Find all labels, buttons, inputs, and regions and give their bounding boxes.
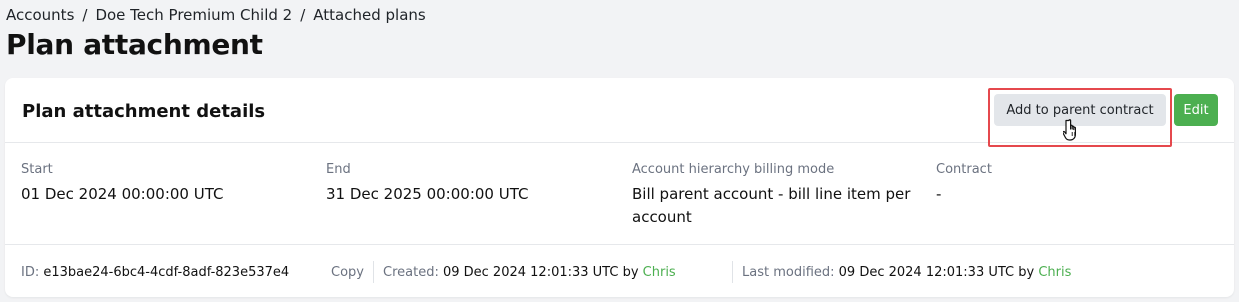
footer-divider — [373, 261, 374, 283]
start-field: Start 01 Dec 2024 00:00:00 UTC — [21, 162, 223, 206]
billing-mode-value: Bill parent account - bill line item per… — [632, 185, 911, 226]
hand-pointer-icon — [1063, 119, 1076, 141]
id-value: e13bae24-6bc4-4cdf-8adf-823e537e4 — [43, 265, 290, 280]
contract-label: Contract — [936, 162, 992, 177]
breadcrumb-separator: / — [82, 6, 88, 24]
breadcrumb-separator: / — [300, 6, 306, 24]
created-by-link[interactable]: Chris — [643, 265, 676, 280]
modified-value: 09 Dec 2024 12:01:33 UTC by — [838, 265, 1035, 280]
edit-button[interactable]: Edit — [1174, 94, 1218, 126]
id-meta: ID: e13bae24-6bc4-4cdf-8adf-823e537e4 — [21, 265, 289, 280]
billing-mode-field: Account hierarchy billing mode Bill pare… — [632, 162, 922, 229]
contract-value: - — [936, 185, 942, 203]
modified-by-link[interactable]: Chris — [1038, 265, 1071, 280]
plan-attachment-card: Plan attachment details Add to parent co… — [5, 78, 1234, 297]
start-value: 01 Dec 2024 00:00:00 UTC — [21, 185, 224, 203]
breadcrumb-item-accounts[interactable]: Accounts — [6, 6, 74, 24]
modified-meta: Last modified: 09 Dec 2024 12:01:33 UTC … — [742, 265, 1071, 280]
breadcrumb-item-attached-plans[interactable]: Attached plans — [313, 6, 425, 24]
created-label: Created: — [383, 265, 439, 280]
contract-field: Contract - — [936, 162, 992, 206]
id-label: ID: — [21, 265, 40, 280]
start-label: Start — [21, 162, 53, 177]
page-title: Plan attachment — [6, 28, 263, 61]
modified-label: Last modified: — [742, 265, 835, 280]
breadcrumb: Accounts / Doe Tech Premium Child 2 / Attach… — [6, 6, 426, 24]
card-footer: ID: e13bae24-6bc4-4cdf-8adf-823e537e4 Co… — [5, 244, 1234, 297]
breadcrumb-item-account[interactable]: Doe Tech Premium Child 2 — [95, 6, 292, 24]
billing-mode-label: Account hierarchy billing mode — [632, 162, 835, 177]
card-title: Plan attachment details — [22, 101, 266, 122]
created-meta: Created: 09 Dec 2024 12:01:33 UTC by Chr… — [383, 265, 676, 280]
end-value: 31 Dec 2025 00:00:00 UTC — [326, 185, 529, 203]
end-label: End — [326, 162, 351, 177]
copy-id-button[interactable]: Copy — [331, 265, 364, 280]
created-value: 09 Dec 2024 12:01:33 UTC by — [442, 265, 639, 280]
footer-divider — [732, 261, 733, 283]
end-field: End 31 Dec 2025 00:00:00 UTC — [326, 162, 528, 206]
